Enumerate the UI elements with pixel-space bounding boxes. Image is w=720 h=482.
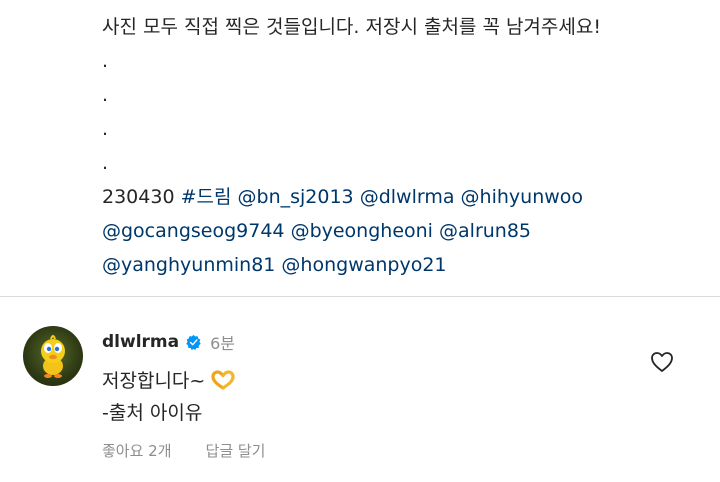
mention-link[interactable]: @hihyunwoo xyxy=(461,186,583,208)
mention-link[interactable]: @hongwanpyo21 xyxy=(281,254,446,276)
mention-link[interactable]: @alrun85 xyxy=(439,220,531,242)
section-divider xyxy=(0,296,720,297)
comment-text: 저장합니다~ xyxy=(102,370,206,392)
caption-dot: . xyxy=(102,152,109,174)
comment-header: dlwlrma 6분 xyxy=(102,330,235,354)
comment-time: 6분 xyxy=(210,334,236,353)
like-heart-icon[interactable] xyxy=(650,351,674,373)
mention-link[interactable]: @gocangseog9744 xyxy=(102,220,285,242)
comment-meta: 좋아요 2개 답글 달기 xyxy=(102,440,265,461)
post-caption: 사진 모두 직접 찍은 것들입니다. 저장시 출처를 꼭 남겨주세요! . . … xyxy=(102,10,702,282)
comment-text-line: -출처 아이유 xyxy=(102,402,203,424)
likes-count[interactable]: 좋아요 2개 xyxy=(102,440,172,461)
comment-body: 저장합니다~ -출처 아이유 xyxy=(102,365,235,429)
caption-dot: . xyxy=(102,118,109,140)
caption-tags-line: @gocangseog9744 @byeongheoni @alrun85 xyxy=(102,214,702,248)
heart-hands-emoji-icon xyxy=(211,370,235,390)
caption-tags-line: 230430 #드림 @bn_sj2013 @dlwlrma @hihyunwo… xyxy=(102,180,702,214)
caption-date: 230430 xyxy=(102,186,175,208)
hashtag-link[interactable]: #드림 xyxy=(181,186,232,208)
caption-dot: . xyxy=(102,50,109,72)
tweety-avatar-icon xyxy=(41,335,65,378)
mention-link[interactable]: @bn_sj2013 xyxy=(238,186,354,208)
mention-link[interactable]: @byeongheoni xyxy=(291,220,433,242)
verified-badge-icon xyxy=(186,334,201,350)
avatar[interactable] xyxy=(23,326,83,386)
comment-username[interactable]: dlwlrma xyxy=(102,332,179,352)
caption-tags-line: @yanghyunmin81 @hongwanpyo21 xyxy=(102,248,702,282)
caption-text: 사진 모두 직접 찍은 것들입니다. 저장시 출처를 꼭 남겨주세요! xyxy=(102,16,601,38)
comment-text-line: 저장합니다~ xyxy=(102,365,235,397)
mention-link[interactable]: @dlwlrma xyxy=(360,186,455,208)
reply-button[interactable]: 답글 달기 xyxy=(206,440,266,461)
mention-link[interactable]: @yanghyunmin81 xyxy=(102,254,275,276)
caption-dot: . xyxy=(102,84,109,106)
